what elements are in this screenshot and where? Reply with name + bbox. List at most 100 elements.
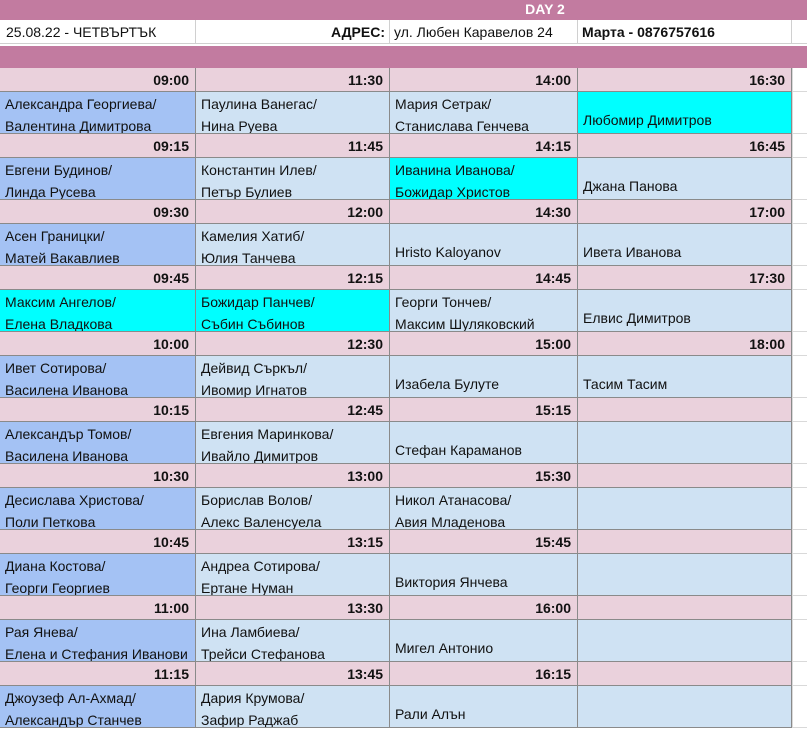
time-cell[interactable]: 10:15 xyxy=(0,398,196,422)
time-cell[interactable]: 14:30 xyxy=(390,200,578,224)
spare-cell[interactable] xyxy=(792,356,807,398)
participant-cell[interactable]: Мигел Антонио xyxy=(390,620,578,662)
day-banner[interactable] xyxy=(0,0,807,20)
time-cell[interactable]: 09:15 xyxy=(0,134,196,158)
participant-cell[interactable]: Рали Алън xyxy=(390,686,578,728)
address-cell[interactable]: ул. Любен Каравелов 24 xyxy=(390,20,578,44)
time-cell[interactable]: 12:00 xyxy=(196,200,390,224)
section-band[interactable] xyxy=(0,46,807,68)
spare-cell[interactable] xyxy=(792,488,807,530)
participant-cell[interactable]: Иванина Иванова/Божидар Христов xyxy=(390,158,578,200)
contact-cell[interactable]: Марта - 0876757616 xyxy=(578,20,792,44)
participant-cell[interactable]: Ивет Сотирова/Василена Иванова xyxy=(0,356,196,398)
time-cell[interactable]: 12:45 xyxy=(196,398,390,422)
spare-cell[interactable] xyxy=(792,290,807,332)
time-cell[interactable]: 11:45 xyxy=(196,134,390,158)
spare-cell[interactable] xyxy=(792,686,807,728)
spare-cell[interactable] xyxy=(792,464,807,488)
participant-cell[interactable]: Дейвид Съркъл/Ивомир Игнатов xyxy=(196,356,390,398)
participant-cell[interactable]: Евгения Маринкова/Ивайло Димитров xyxy=(196,422,390,464)
time-cell[interactable]: 15:15 xyxy=(390,398,578,422)
spare-cell[interactable] xyxy=(792,554,807,596)
participant-cell[interactable]: Александра Георгиева/Валентина Димитрова xyxy=(0,92,196,134)
spare-cell[interactable] xyxy=(792,530,807,554)
participant-cell[interactable]: Рая Янева/Елена и Стефания Иванови xyxy=(0,620,196,662)
date-cell[interactable]: 25.08.22 - ЧЕТВЪРТЪК xyxy=(0,20,196,44)
participant-cell[interactable]: Ина Ламбиева/Трейси Стефанова xyxy=(196,620,390,662)
participant-cell[interactable]: Константин Илев/Петър Булиев xyxy=(196,158,390,200)
spare-cell[interactable] xyxy=(792,158,807,200)
spare-cell[interactable] xyxy=(792,398,807,422)
participant-cell[interactable]: Паулина Ванегас/Нина Руева xyxy=(196,92,390,134)
participant-cell[interactable]: Елвис Димитров xyxy=(578,290,792,332)
participant-cell[interactable]: Александър Томов/Василена Иванова xyxy=(0,422,196,464)
time-cell[interactable]: 13:45 xyxy=(196,662,390,686)
participant-cell[interactable] xyxy=(578,686,792,728)
participant-cell[interactable]: Десислава Христова/Поли Петкова xyxy=(0,488,196,530)
participant-cell[interactable]: Любомир Димитров xyxy=(578,92,792,134)
spare-cell[interactable] xyxy=(792,620,807,662)
time-cell[interactable]: 16:15 xyxy=(390,662,578,686)
participant-cell[interactable] xyxy=(578,554,792,596)
participant-cell[interactable]: Никол Атанасова/Авия Младенова xyxy=(390,488,578,530)
participant-cell[interactable] xyxy=(578,422,792,464)
time-cell[interactable]: 09:00 xyxy=(0,68,196,92)
time-cell[interactable]: 15:30 xyxy=(390,464,578,488)
time-cell[interactable] xyxy=(578,398,792,422)
time-cell[interactable]: 16:45 xyxy=(578,134,792,158)
participant-cell[interactable]: Борислав Волов/Алекс Валенсуела xyxy=(196,488,390,530)
time-cell[interactable]: 11:00 xyxy=(0,596,196,620)
time-cell[interactable]: 12:15 xyxy=(196,266,390,290)
participant-cell[interactable]: Джоузеф Ал-Ахмад/Александър Станчев xyxy=(0,686,196,728)
time-cell[interactable]: 09:45 xyxy=(0,266,196,290)
time-cell[interactable]: 15:45 xyxy=(390,530,578,554)
participant-cell[interactable] xyxy=(578,488,792,530)
participant-cell[interactable] xyxy=(578,620,792,662)
address-label-cell[interactable]: АДРЕС: xyxy=(196,20,390,44)
time-cell[interactable]: 16:30 xyxy=(578,68,792,92)
participant-cell[interactable]: Стефан Караманов xyxy=(390,422,578,464)
time-cell[interactable]: 15:00 xyxy=(390,332,578,356)
participant-cell[interactable]: Камелия Хатиб/Юлия Танчева xyxy=(196,224,390,266)
spare-cell[interactable] xyxy=(792,422,807,464)
time-cell[interactable]: 12:30 xyxy=(196,332,390,356)
participant-cell[interactable]: Изабела Булуте xyxy=(390,356,578,398)
time-cell[interactable]: 10:00 xyxy=(0,332,196,356)
spare-cell[interactable] xyxy=(792,332,807,356)
time-cell[interactable]: 14:00 xyxy=(390,68,578,92)
spare-cell[interactable] xyxy=(792,662,807,686)
participant-cell[interactable]: Hristo Kaloyanov xyxy=(390,224,578,266)
spare-cell[interactable] xyxy=(792,596,807,620)
time-cell[interactable]: 13:00 xyxy=(196,464,390,488)
participant-cell[interactable]: Асен Границки/Матей Вакавлиев xyxy=(0,224,196,266)
participant-cell[interactable]: Георги Тончев/Максим Шуляковский xyxy=(390,290,578,332)
spare-cell[interactable] xyxy=(792,266,807,290)
participant-cell[interactable]: Джана Панова xyxy=(578,158,792,200)
spare-cell[interactable] xyxy=(792,224,807,266)
participant-cell[interactable]: Ивета Иванова xyxy=(578,224,792,266)
participant-cell[interactable]: Диана Костова/Георги Георгиев xyxy=(0,554,196,596)
spare-cell[interactable] xyxy=(792,92,807,134)
time-cell[interactable]: 14:45 xyxy=(390,266,578,290)
time-cell[interactable]: 17:00 xyxy=(578,200,792,224)
time-cell[interactable]: 11:30 xyxy=(196,68,390,92)
time-cell[interactable] xyxy=(578,596,792,620)
time-cell[interactable]: 14:15 xyxy=(390,134,578,158)
participant-cell[interactable]: Дария Крумова/Зафир Раджаб xyxy=(196,686,390,728)
time-cell[interactable]: 10:45 xyxy=(0,530,196,554)
time-cell[interactable] xyxy=(578,530,792,554)
time-cell[interactable]: 13:30 xyxy=(196,596,390,620)
participant-cell[interactable]: Божидар Панчев/Събин Събинов xyxy=(196,290,390,332)
time-cell[interactable] xyxy=(578,662,792,686)
participant-cell[interactable]: Евгени Будинов/Линда Русева xyxy=(0,158,196,200)
participant-cell[interactable]: Виктория Янчева xyxy=(390,554,578,596)
spare-cell[interactable] xyxy=(792,134,807,158)
time-cell[interactable]: 09:30 xyxy=(0,200,196,224)
participant-cell[interactable]: Мария Сетрак/Станислава Генчева xyxy=(390,92,578,134)
participant-cell[interactable]: Максим Ангелов/Елена Владкова xyxy=(0,290,196,332)
participant-cell[interactable]: Тасим Тасим xyxy=(578,356,792,398)
spare-cell[interactable] xyxy=(792,200,807,224)
time-cell[interactable]: 16:00 xyxy=(390,596,578,620)
time-cell[interactable]: 18:00 xyxy=(578,332,792,356)
spare-cell[interactable] xyxy=(792,68,807,92)
